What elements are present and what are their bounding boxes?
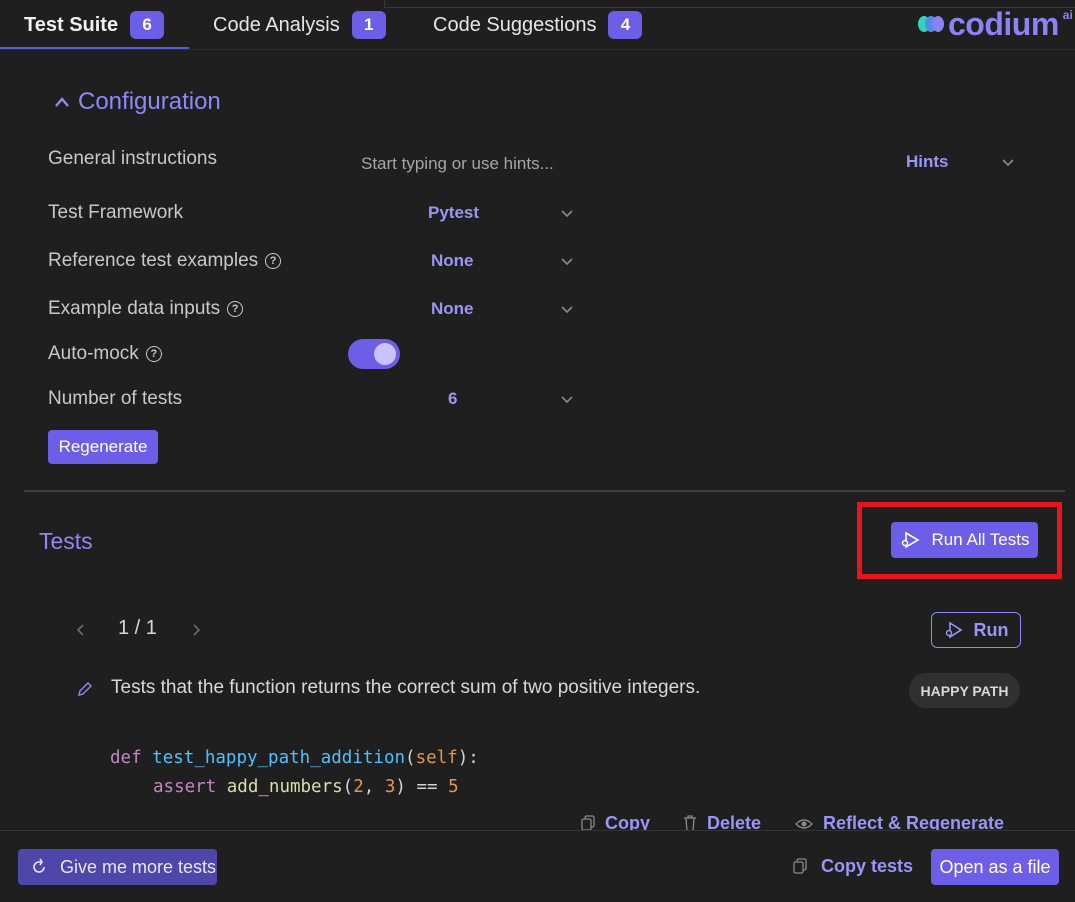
active-tab-indicator	[0, 47, 189, 49]
code-number: 5	[448, 777, 459, 797]
code-keyword: assert	[153, 777, 217, 797]
code-line: assert add_numbers(2, 3) == 5	[153, 777, 459, 797]
toggle-knob	[374, 343, 396, 365]
code-keyword: def	[110, 748, 142, 768]
example-data-label: Example data inputs ?	[48, 298, 244, 320]
help-icon[interactable]: ?	[145, 346, 162, 362]
label-text: Test Framework	[48, 202, 184, 223]
general-instructions-input[interactable]: Start typing or use hints...	[361, 154, 554, 174]
code-number: 2	[353, 777, 364, 797]
test-framework-dropdown[interactable]: Pytest	[428, 203, 479, 223]
chevron-down-icon[interactable]	[1001, 157, 1015, 167]
copy-tests-button[interactable]: Copy tests	[793, 856, 913, 877]
tab-label: Code Suggestions	[433, 13, 597, 36]
test-category-badge: HAPPY PATH	[909, 673, 1020, 708]
test-framework-label: Test Framework	[48, 202, 183, 224]
dropdown-value: None	[431, 251, 474, 270]
label-text: Reference test examples	[48, 250, 259, 271]
chevron-right-icon[interactable]	[190, 623, 202, 637]
code-punct: ,	[363, 777, 385, 797]
run-all-tests-button[interactable]: Run All Tests	[891, 522, 1038, 558]
code-param: self	[415, 748, 458, 768]
reference-examples-label: Reference test examples ?	[48, 250, 282, 272]
tab-test-suite[interactable]: Test Suite 6	[24, 0, 165, 50]
tab-code-suggestions[interactable]: Code Suggestions 4	[433, 0, 643, 50]
logo-text: codium	[948, 6, 1059, 42]
tab-label: Test Suite	[24, 13, 119, 36]
test-pager: 1 / 1	[118, 617, 157, 639]
button-label: Open as a file	[939, 856, 1051, 877]
pencil-icon[interactable]	[76, 681, 93, 698]
button-label: Run All Tests	[931, 530, 1030, 549]
label-text: Number of tests	[48, 388, 183, 409]
tab-code-analysis[interactable]: Code Analysis 1	[213, 0, 386, 50]
dropdown-value: 6	[448, 389, 458, 408]
tab-count-badge: 4	[608, 11, 643, 39]
eye-icon	[795, 818, 813, 829]
tab-label: Code Analysis	[213, 13, 340, 36]
code-call: add_numbers	[226, 777, 343, 797]
regenerate-button[interactable]: Regenerate	[48, 430, 158, 464]
configuration-title: Configuration	[78, 88, 221, 115]
configuration-toggle[interactable]: Configuration	[54, 88, 221, 116]
codium-logo-mark-icon	[918, 16, 944, 32]
tab-bar: Test Suite 6 Code Analysis 1 Code Sugges…	[0, 0, 1075, 50]
tests-title: Tests	[39, 528, 93, 554]
chevron-down-icon[interactable]	[560, 256, 574, 266]
help-icon[interactable]: ?	[227, 301, 244, 317]
label-text: General instructions	[48, 148, 217, 169]
number-of-tests-label: Number of tests	[48, 388, 182, 410]
logo-ai-suffix: ai	[1062, 8, 1073, 22]
chevron-down-icon[interactable]	[560, 208, 574, 218]
button-label: Regenerate	[58, 437, 148, 456]
code-function-name: test_happy_path_addition	[152, 748, 406, 768]
chevron-up-icon	[55, 97, 69, 107]
code-punct: (	[405, 748, 416, 768]
run-icon	[945, 621, 962, 639]
give-more-tests-button[interactable]: Give me more tests	[18, 849, 217, 885]
example-data-dropdown[interactable]: None	[431, 299, 474, 319]
chevron-down-icon[interactable]	[560, 394, 574, 404]
chevron-left-icon[interactable]	[75, 623, 87, 637]
auto-mock-label: Auto-mock ?	[48, 343, 162, 365]
run-all-icon	[901, 531, 920, 549]
tab-count-badge: 6	[130, 11, 165, 39]
codium-logo: codium ai	[918, 6, 1073, 42]
code-punct: ):	[457, 748, 479, 768]
run-test-button[interactable]: Run	[931, 612, 1021, 648]
general-instructions-label: General instructions	[48, 148, 217, 170]
button-label: Copy tests	[821, 856, 914, 876]
code-punct: (	[342, 777, 354, 797]
number-of-tests-dropdown[interactable]: 6	[448, 389, 457, 409]
help-icon[interactable]: ?	[265, 253, 282, 269]
test-description: Tests that the function returns the corr…	[111, 677, 701, 698]
reference-examples-dropdown[interactable]: None	[431, 251, 474, 271]
tab-count-badge: 1	[351, 11, 386, 39]
label-text: Example data inputs	[48, 298, 221, 319]
dropdown-value: None	[431, 299, 474, 318]
auto-mock-toggle[interactable]	[348, 339, 400, 369]
code-line: def test_happy_path_addition(self):	[110, 748, 479, 768]
copy-icon	[793, 858, 807, 874]
button-label: Run	[973, 619, 1009, 640]
code-punct: ) ==	[395, 777, 449, 797]
chevron-down-icon[interactable]	[560, 304, 574, 314]
hints-dropdown[interactable]: Hints	[906, 152, 949, 172]
refresh-icon	[33, 858, 45, 873]
dropdown-value: Pytest	[428, 203, 480, 222]
section-divider	[24, 490, 1065, 492]
label-text: Auto-mock	[48, 343, 139, 364]
button-label: Give me more tests	[60, 856, 217, 877]
hints-label: Hints	[906, 152, 949, 171]
code-number: 3	[384, 777, 396, 797]
open-as-file-button[interactable]: Open as a file	[931, 849, 1059, 885]
